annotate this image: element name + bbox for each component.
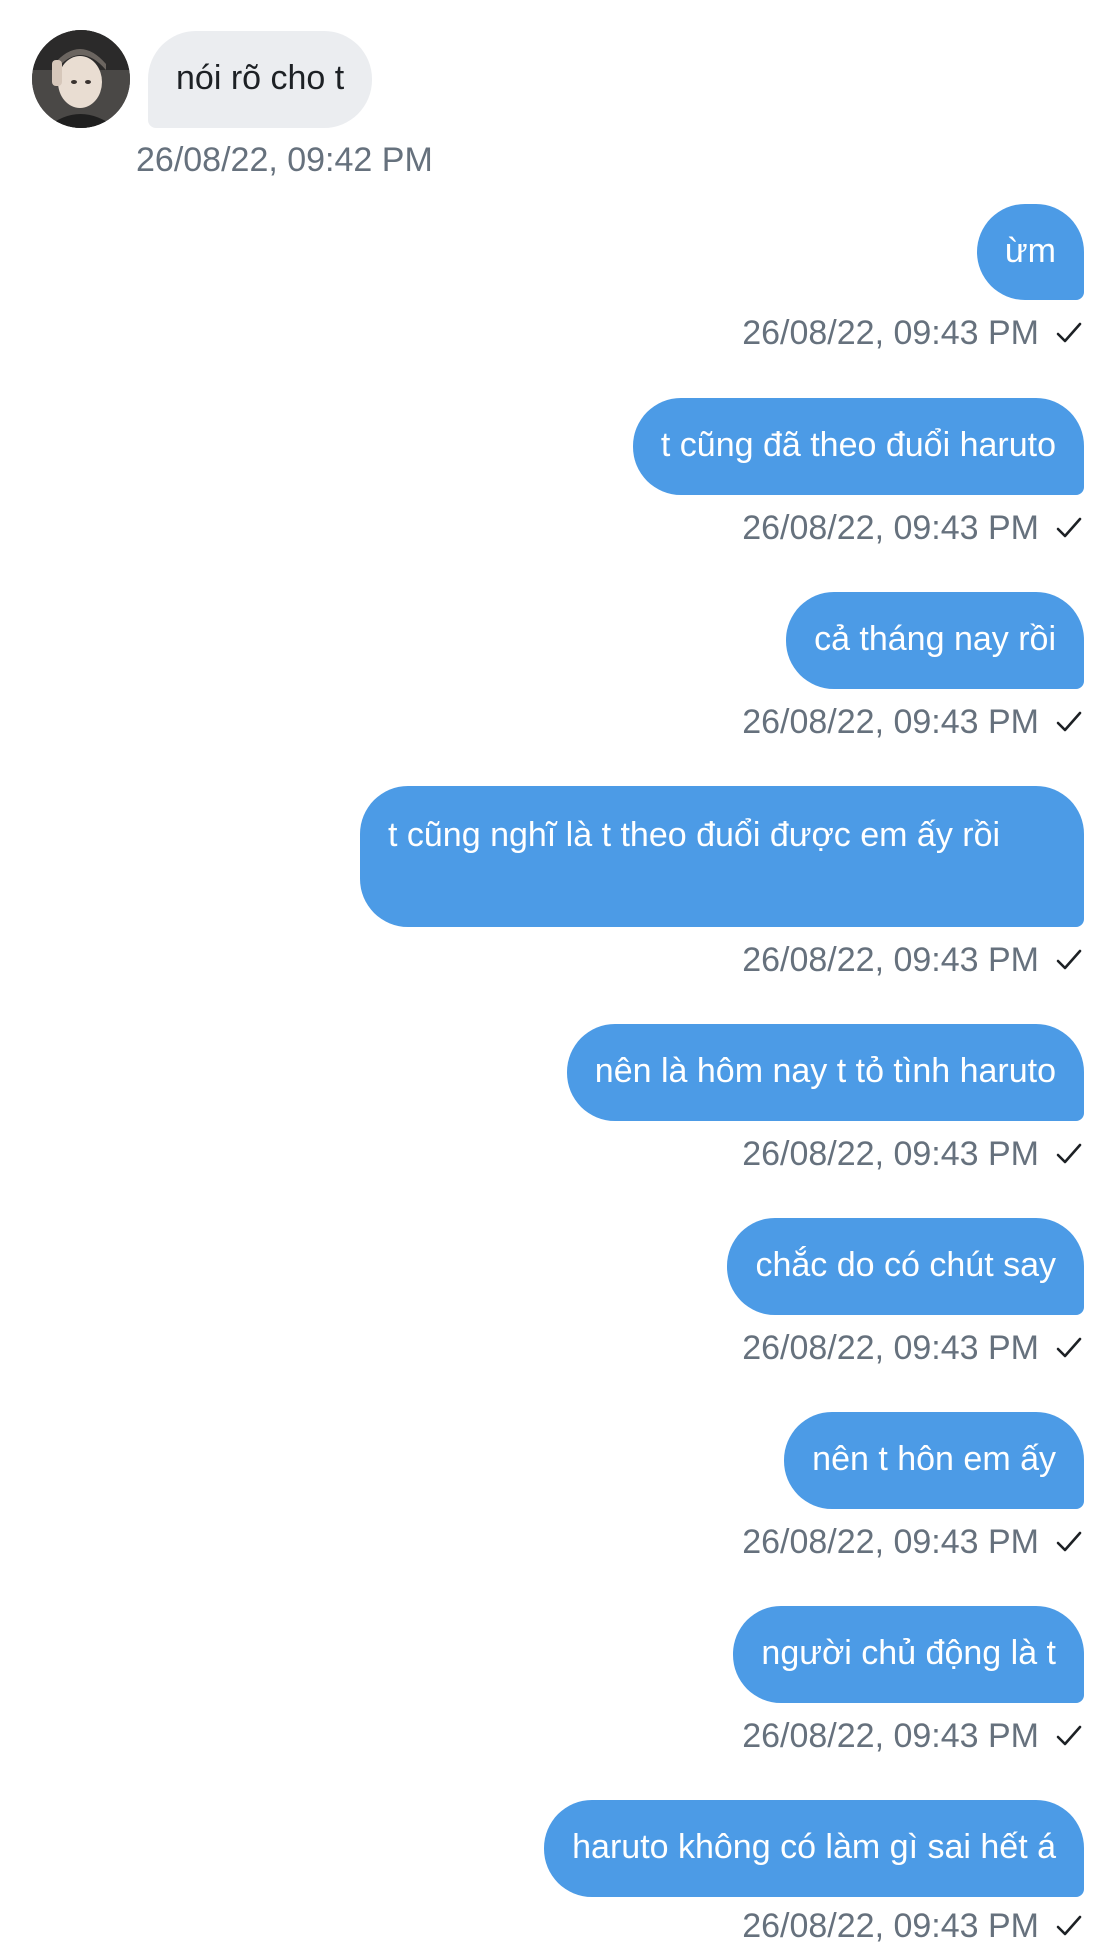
timestamp-text: 26/08/22, 09:43 PM bbox=[742, 1135, 1039, 1173]
avatar-photo-icon bbox=[32, 30, 130, 128]
message-text: nên là hôm nay t tỏ tình haruto bbox=[594, 1052, 1056, 1090]
message-timestamp: 26/08/22, 09:43 PM bbox=[742, 1134, 1083, 1174]
timestamp-text: 26/08/22, 09:43 PM bbox=[742, 703, 1039, 741]
timestamp-text: 26/08/22, 09:43 PM bbox=[742, 509, 1039, 547]
timestamp-text: 26/08/22, 09:43 PM bbox=[742, 941, 1039, 979]
message-bubble-outgoing[interactable]: t cũng nghĩ là t theo đuổi được em ấy rồ… bbox=[360, 786, 1084, 927]
message-timestamp: 26/08/22, 09:43 PM bbox=[742, 313, 1083, 353]
timestamp-text: 26/08/22, 09:43 PM bbox=[742, 1329, 1039, 1367]
message-text: nói rõ cho t bbox=[176, 59, 345, 97]
checkmark-icon bbox=[1056, 1143, 1082, 1164]
timestamp-text: 26/08/22, 09:43 PM bbox=[742, 1717, 1039, 1755]
checkmark-icon bbox=[1056, 711, 1082, 732]
message-timestamp: 26/08/22, 09:43 PM bbox=[742, 1328, 1083, 1368]
timestamp-text: 26/08/22, 09:43 PM bbox=[742, 1523, 1039, 1561]
message-text: haruto không có làm gì sai hết á bbox=[572, 1828, 1056, 1866]
checkmark-icon bbox=[1056, 1531, 1082, 1552]
message-text: chắc do có chút say bbox=[755, 1246, 1056, 1284]
message-bubble-outgoing[interactable]: ừm bbox=[976, 204, 1084, 300]
message-bubble-outgoing[interactable]: chắc do có chút say bbox=[727, 1218, 1084, 1315]
message-text: người chủ động là t bbox=[761, 1634, 1056, 1672]
timestamp-text: 26/08/22, 09:43 PM bbox=[742, 1907, 1039, 1945]
message-text: t cũng nghĩ là t theo đuổi được em ấy rồ… bbox=[388, 816, 1001, 854]
message-timestamp: 26/08/22, 09:42 PM bbox=[136, 140, 433, 180]
checkmark-icon bbox=[1056, 517, 1082, 538]
timestamp-text: 26/08/22, 09:42 PM bbox=[136, 141, 433, 179]
message-timestamp: 26/08/22, 09:43 PM bbox=[742, 508, 1083, 548]
message-timestamp: 26/08/22, 09:43 PM bbox=[742, 1906, 1083, 1946]
message-text: ừm bbox=[1004, 232, 1056, 270]
checkmark-icon bbox=[1056, 322, 1082, 343]
contact-avatar[interactable] bbox=[32, 30, 130, 128]
message-timestamp: 26/08/22, 09:43 PM bbox=[742, 702, 1083, 742]
message-bubble-outgoing[interactable]: nên t hôn em ấy bbox=[784, 1412, 1084, 1509]
message-bubble-outgoing[interactable]: người chủ động là t bbox=[733, 1606, 1084, 1703]
message-bubble-outgoing[interactable]: nên là hôm nay t tỏ tình haruto bbox=[566, 1024, 1084, 1121]
timestamp-text: 26/08/22, 09:43 PM bbox=[742, 314, 1039, 352]
message-thread[interactable]: nói rõ cho t 26/08/22, 09:42 PM ừm 26/08… bbox=[0, 0, 1117, 1945]
message-bubble-outgoing[interactable]: haruto không có làm gì sai hết á bbox=[544, 1800, 1084, 1897]
message-text: t cũng đã theo đuổi haruto bbox=[660, 426, 1056, 464]
checkmark-icon bbox=[1056, 1337, 1082, 1358]
checkmark-icon bbox=[1056, 949, 1082, 970]
message-bubble-outgoing[interactable]: cả tháng nay rồi bbox=[786, 592, 1084, 689]
checkmark-icon bbox=[1056, 1915, 1082, 1936]
checkmark-icon bbox=[1056, 1725, 1082, 1746]
message-timestamp: 26/08/22, 09:43 PM bbox=[742, 1716, 1083, 1756]
message-timestamp: 26/08/22, 09:43 PM bbox=[742, 940, 1083, 980]
message-text: cả tháng nay rồi bbox=[814, 620, 1056, 658]
message-text: nên t hôn em ấy bbox=[812, 1440, 1056, 1478]
message-bubble-incoming[interactable]: nói rõ cho t bbox=[148, 31, 373, 128]
message-bubble-outgoing[interactable]: t cũng đã theo đuổi haruto bbox=[632, 398, 1084, 495]
message-timestamp: 26/08/22, 09:43 PM bbox=[742, 1522, 1083, 1562]
